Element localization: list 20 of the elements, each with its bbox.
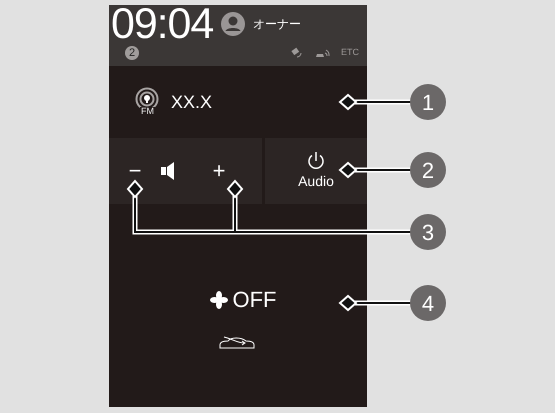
callout-number: 2: [410, 152, 446, 188]
fan-icon: [210, 291, 228, 309]
power-icon: [306, 150, 326, 170]
speaker-icon: [161, 162, 175, 180]
etc-label: ETC: [341, 46, 359, 60]
volume-up-button[interactable]: +: [199, 160, 239, 182]
station-frequency: XX.X: [171, 90, 212, 114]
clock-time: 09:04: [111, 2, 214, 46]
callout-number: 4: [410, 285, 446, 321]
radio-row[interactable]: FM XX.X: [109, 66, 367, 138]
car-signal-icon: [315, 47, 331, 59]
user-icon: [221, 12, 246, 36]
volume-down-button[interactable]: −: [109, 160, 161, 182]
fan-button[interactable]: OFF: [210, 289, 276, 311]
audio-power-button[interactable]: Audio: [265, 138, 367, 204]
user-name: オーナー: [253, 16, 302, 33]
band-label: FM: [140, 107, 155, 116]
callout-number: 1: [410, 84, 446, 120]
notification-badge: 2: [125, 46, 139, 60]
callout-number: 3: [410, 214, 446, 250]
